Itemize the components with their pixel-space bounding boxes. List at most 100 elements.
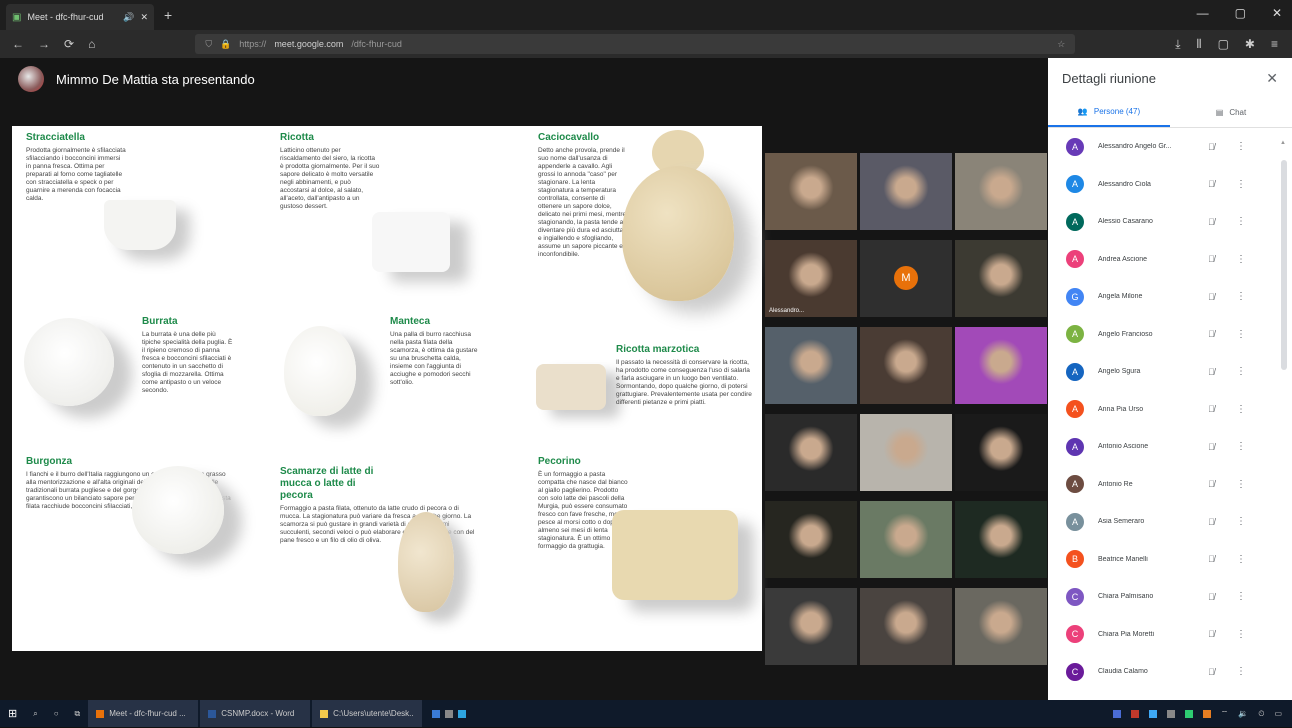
participant-row[interactable]: AAngelo Francioso🎙̸⋮ <box>1048 316 1292 354</box>
network-icon[interactable]: ⌔ <box>1221 709 1229 719</box>
more-options-icon[interactable]: ⋮ <box>1236 179 1246 190</box>
mic-muted-icon[interactable]: 🎙̸ <box>1208 254 1222 264</box>
tab-chat[interactable]: ▤ Chat <box>1170 98 1292 127</box>
tray-icon[interactable] <box>1203 710 1211 718</box>
participant-video-tile[interactable] <box>765 414 857 491</box>
close-window-button[interactable]: ✕ <box>1272 6 1282 20</box>
more-options-icon[interactable]: ⋮ <box>1236 216 1246 227</box>
mic-muted-icon[interactable]: 🎙̸ <box>1208 217 1222 227</box>
clock[interactable]: ⏲ <box>1258 709 1264 719</box>
taskbar-app-word[interactable]: CSNMP.docx - Word <box>200 700 310 727</box>
more-options-icon[interactable]: ⋮ <box>1236 254 1246 265</box>
taskbar-app-meet[interactable]: Meet - dfc-fhur-cud ... <box>88 700 198 727</box>
back-icon[interactable]: ← <box>12 37 24 51</box>
speaker-icon[interactable]: 🔊 <box>123 12 134 23</box>
participant-video-tile[interactable] <box>765 588 857 665</box>
more-options-icon[interactable]: ⋮ <box>1236 591 1246 602</box>
bookmark-star-icon[interactable]: ☆ <box>1057 39 1065 50</box>
participant-row[interactable]: AAsia Semeraro🎙̸⋮ <box>1048 503 1292 541</box>
menu-icon[interactable]: ≡ <box>1271 37 1278 52</box>
more-options-icon[interactable]: ⋮ <box>1236 366 1246 377</box>
mic-muted-icon[interactable]: 🎙̸ <box>1208 629 1222 639</box>
mic-muted-icon[interactable]: 🎙̸ <box>1208 367 1222 377</box>
mic-muted-icon[interactable]: 🎙̸ <box>1208 329 1222 339</box>
more-options-icon[interactable]: ⋮ <box>1236 479 1246 490</box>
tray-icon[interactable] <box>1113 710 1121 718</box>
shield-icon[interactable]: ⛉ <box>205 39 212 50</box>
participant-video-tile[interactable] <box>765 327 857 404</box>
close-panel-button[interactable]: ✕ <box>1266 70 1278 87</box>
participant-video-tile[interactable]: Alessandro... <box>765 240 857 317</box>
participant-list-scrollbar[interactable]: ▲ <box>1280 138 1288 694</box>
participant-video-tile[interactable]: M <box>860 240 952 317</box>
tab-close-icon[interactable]: ✕ <box>140 12 148 23</box>
participant-row[interactable]: GAngela Milone🎙̸⋮ <box>1048 278 1292 316</box>
participant-row[interactable]: CChiara Pia Moretti🎙̸⋮ <box>1048 616 1292 654</box>
extension-icon[interactable]: ✱ <box>1245 37 1255 52</box>
mic-muted-icon[interactable]: 🎙̸ <box>1208 292 1222 302</box>
participant-video-tile[interactable] <box>955 501 1047 578</box>
more-options-icon[interactable]: ⋮ <box>1236 516 1246 527</box>
forward-icon[interactable]: → <box>38 37 50 51</box>
minimize-button[interactable]: — <box>1197 6 1209 20</box>
sidebar-icon[interactable]: ▢ <box>1218 37 1229 52</box>
mic-muted-icon[interactable]: 🎙̸ <box>1208 142 1222 152</box>
participant-row[interactable]: AAlessio Casarano🎙̸⋮ <box>1048 203 1292 241</box>
participant-row[interactable]: AAnna Pia Urso🎙̸⋮ <box>1048 391 1292 429</box>
participant-video-tile[interactable] <box>860 153 952 230</box>
participant-video-tile[interactable] <box>765 501 857 578</box>
participant-video-tile[interactable] <box>955 327 1047 404</box>
participant-row[interactable]: AAndrea Ascione🎙̸⋮ <box>1048 241 1292 279</box>
participant-row[interactable]: AAlessandro Ciola🎙̸⋮ <box>1048 166 1292 204</box>
participant-video-tile[interactable] <box>860 501 952 578</box>
taskbar-app-explorer[interactable]: C:\Users\utente\Desk... <box>312 700 422 727</box>
participant-row[interactable]: CClaudia Calamo🎙̸⋮ <box>1048 653 1292 691</box>
more-options-icon[interactable]: ⋮ <box>1236 666 1246 677</box>
mic-muted-icon[interactable]: 🎙̸ <box>1208 517 1222 527</box>
participant-row[interactable]: AAntonio Ascione🎙̸⋮ <box>1048 428 1292 466</box>
url-field[interactable]: ⛉ 🔒 https://meet.google.com/dfc-fhur-cud… <box>195 34 1075 54</box>
participant-video-tile[interactable] <box>860 588 952 665</box>
volume-icon[interactable]: 🔉 <box>1238 709 1248 718</box>
reload-icon[interactable]: ⟳ <box>64 37 74 51</box>
participant-video-tile[interactable] <box>860 414 952 491</box>
notifications-icon[interactable]: ▭ <box>1274 709 1282 718</box>
cortana-button[interactable]: ○ <box>46 700 67 727</box>
participant-video-tile[interactable] <box>765 153 857 230</box>
tray-icon[interactable] <box>1167 710 1175 718</box>
mic-muted-icon[interactable]: 🎙̸ <box>1208 592 1222 602</box>
mic-muted-icon[interactable]: 🎙̸ <box>1208 667 1222 677</box>
library-icon[interactable]: ⫴ <box>1197 37 1202 52</box>
taskbar-app-extra[interactable] <box>424 700 474 727</box>
participant-video-tile[interactable] <box>955 414 1047 491</box>
home-icon[interactable]: ⌂ <box>88 37 95 51</box>
more-options-icon[interactable]: ⋮ <box>1236 554 1246 565</box>
tray-icon[interactable] <box>1149 710 1157 718</box>
mic-muted-icon[interactable]: 🎙̸ <box>1208 404 1222 414</box>
tray-icon[interactable] <box>1185 710 1193 718</box>
tray-icon[interactable] <box>1131 710 1139 718</box>
more-options-icon[interactable]: ⋮ <box>1236 141 1246 152</box>
tab-people[interactable]: 👥 Persone (47) <box>1048 98 1170 127</box>
participant-row[interactable]: AAlessandro Angelo Gr...🎙̸⋮ <box>1048 128 1292 166</box>
mic-muted-icon[interactable]: 🎙̸ <box>1208 179 1222 189</box>
maximize-button[interactable]: ▢ <box>1235 6 1246 20</box>
participant-video-tile[interactable] <box>860 327 952 404</box>
more-options-icon[interactable]: ⋮ <box>1236 441 1246 452</box>
mic-muted-icon[interactable]: 🎙̸ <box>1208 479 1222 489</box>
participant-row[interactable]: AAntonio Re🎙̸⋮ <box>1048 466 1292 504</box>
more-options-icon[interactable]: ⋮ <box>1236 329 1246 340</box>
participant-row[interactable]: BBeatrice Manelli🎙̸⋮ <box>1048 541 1292 579</box>
new-tab-button[interactable]: + <box>164 7 172 23</box>
search-button[interactable]: ⌕ <box>25 700 45 727</box>
participant-row[interactable]: AAngelo Sgura🎙̸⋮ <box>1048 353 1292 391</box>
more-options-icon[interactable]: ⋮ <box>1236 629 1246 640</box>
task-view-button[interactable]: ⧉ <box>67 700 89 727</box>
more-options-icon[interactable]: ⋮ <box>1236 404 1246 415</box>
browser-tab[interactable]: ▣ Meet - dfc-fhur-cud 🔊 ✕ <box>6 4 154 30</box>
participant-video-tile[interactable] <box>955 588 1047 665</box>
start-button[interactable]: ⊞ <box>0 700 25 727</box>
more-options-icon[interactable]: ⋮ <box>1236 291 1246 302</box>
participant-video-tile[interactable] <box>955 240 1047 317</box>
scrollbar-thumb[interactable] <box>1281 160 1287 370</box>
